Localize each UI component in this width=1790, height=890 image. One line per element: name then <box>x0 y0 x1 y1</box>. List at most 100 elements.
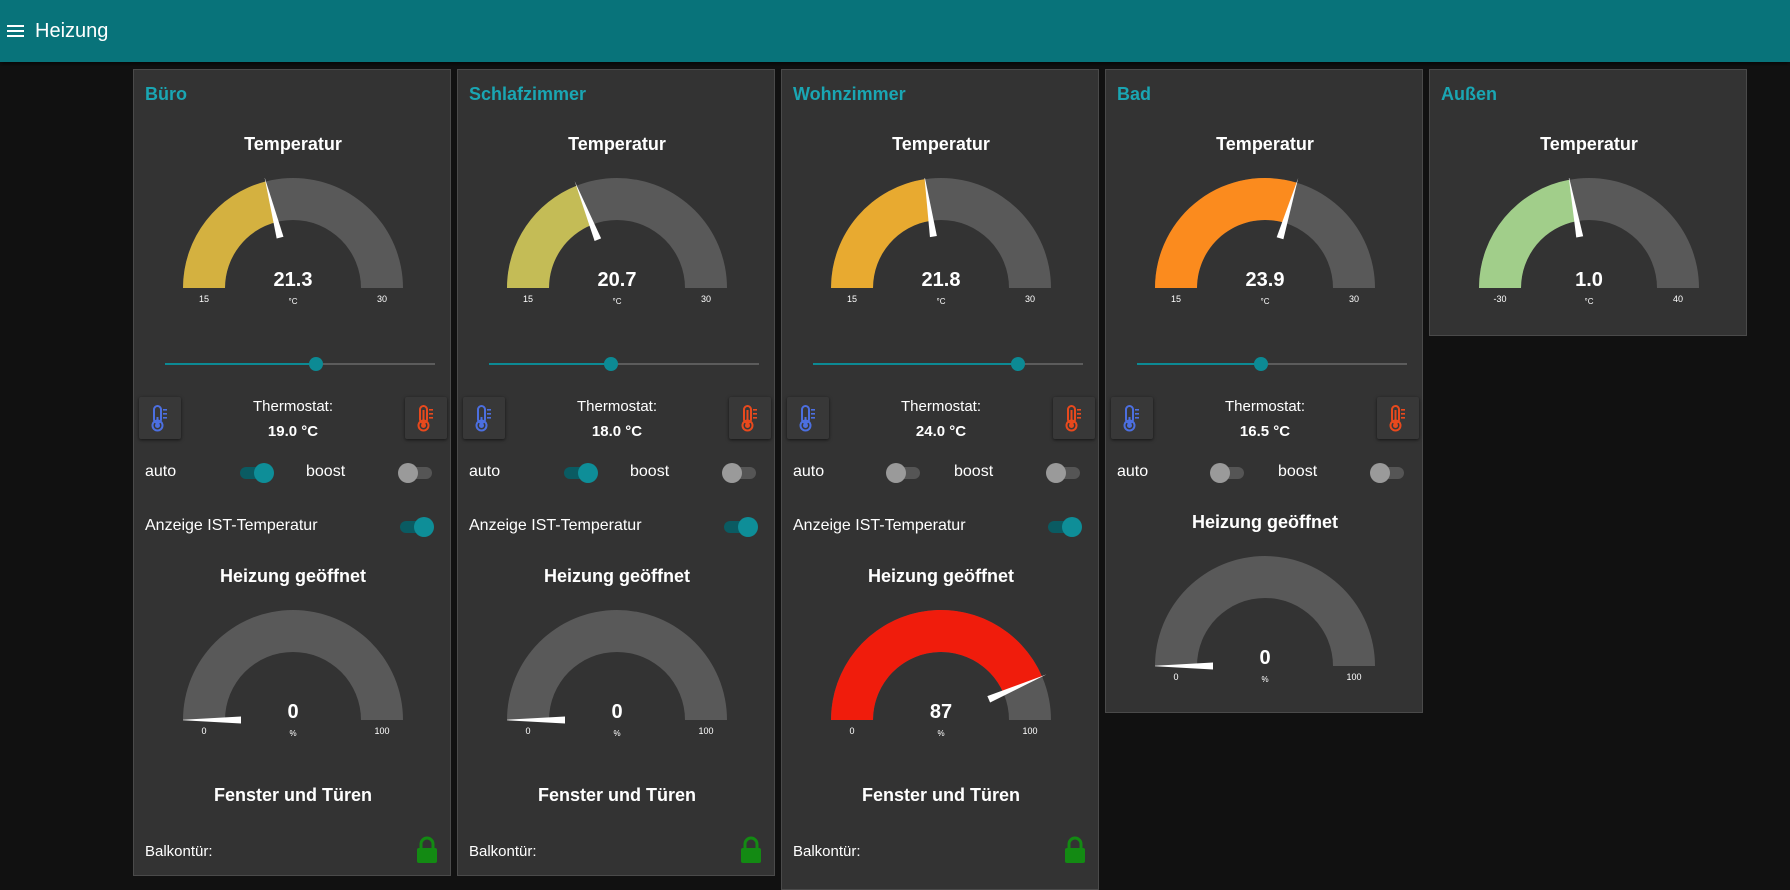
room-2-valve-gauge-value: 0 <box>611 701 622 723</box>
room-3-windows-title: Fenster und Türen <box>861 785 1020 805</box>
room-2-valve-gauge-max-label: 100 <box>698 726 713 736</box>
room-2-temperature-gauge-min-label: 15 <box>523 294 533 304</box>
room-3-auto-label: auto <box>793 463 825 480</box>
room-1-thermostat-slider[interactable] <box>165 356 435 372</box>
room-3-thermostat-value: 24.0 °C <box>915 423 967 440</box>
room-2-valve-title: Heizung geöffnet <box>544 566 690 586</box>
room-2-slider-fill <box>489 363 611 365</box>
page-title: Heizung <box>35 20 109 42</box>
room-4-title: Bad <box>1117 84 1152 104</box>
room-1-balcony-label: Balkontür: <box>145 843 213 860</box>
room-4-auto-switch[interactable] <box>1210 462 1246 484</box>
room-5-temperature-title: Temperatur <box>1540 134 1638 154</box>
room-3-boost-label: boost <box>954 463 994 480</box>
room-1-ist-label: Anzeige IST-Temperatur <box>145 517 318 534</box>
room-3-thermostat-label: Thermostat: <box>900 398 982 415</box>
room-3-ist-switch[interactable] <box>1046 516 1082 538</box>
room-3-valve-gauge: 87% 0 100 <box>831 610 1051 738</box>
room-1-temperature-gauge-unit: °C <box>289 297 298 306</box>
room-3-valve-gauge-value: 87 <box>930 701 952 723</box>
room-1-ist-switch-knob <box>414 517 434 537</box>
room-1-auto-label: auto <box>145 463 177 480</box>
room-3-slider-thumb[interactable] <box>1011 357 1026 371</box>
room-3-card: Wohnzimmer Temperatur 21.8 °C 15 30 Thermostat… <box>781 69 1099 890</box>
room-2-thermostat-slider[interactable] <box>489 356 759 372</box>
room-4-boost-label: boost <box>1278 463 1318 480</box>
room-1-card: Büro Temperatur 21.3 °C 15 30 Thermostat: 19.0 … <box>133 69 451 876</box>
room-2-balcony-label: Balkontür: <box>469 843 537 860</box>
room-4-temperature-gauge: 23.9 °C 15 30 <box>1155 178 1375 306</box>
room-4-auto-label: auto <box>1117 463 1149 480</box>
room-3-temperature-gauge-unit: °C <box>937 297 946 306</box>
room-1-boost-switch[interactable] <box>398 462 434 484</box>
room-2-boost-label: boost <box>630 463 670 480</box>
room-2-temperature-title: Temperatur <box>568 134 666 154</box>
room-1-slider-fill <box>165 363 317 365</box>
room-1-temperature-gauge-fill <box>183 181 277 288</box>
lock-closed-icon <box>1065 836 1085 863</box>
room-1-title: Büro <box>145 84 187 104</box>
room-1-boost-switch-knob <box>398 463 418 483</box>
room-4-temperature-gauge-max-label: 30 <box>1349 294 1359 304</box>
room-2-valve-gauge-min-label: 0 <box>525 726 530 736</box>
room-5-temperature-gauge-fill <box>1479 179 1577 288</box>
room-2-windows-title: Fenster und Türen <box>537 785 696 805</box>
room-4-valve-gauge-unit: % <box>1261 675 1268 684</box>
room-2-temperature-gauge-unit: °C <box>613 297 622 306</box>
top-bar: Heizung <box>0 0 1790 62</box>
room-4-valve-gauge-max-label: 100 <box>1346 672 1361 682</box>
room-5-temperature-gauge-max-label: 40 <box>1673 294 1683 304</box>
room-1-thermostat-label: Thermostat: <box>252 398 334 415</box>
room-3-valve-gauge-max-label: 100 <box>1022 726 1037 736</box>
room-4-slider-fill <box>1137 363 1262 365</box>
room-2-temperature-gauge-max-label: 30 <box>701 294 711 304</box>
room-3-temperature-gauge-fill <box>831 179 932 288</box>
room-4-thermostat-value: 16.5 °C <box>1239 423 1291 440</box>
room-2-temperature-gauge: 20.7 °C 15 30 <box>507 178 727 306</box>
room-4-valve-gauge: 0% 0 100 <box>1155 556 1375 684</box>
room-5-title: Außen <box>1441 84 1497 104</box>
room-4-temperature-title: Temperatur <box>1216 134 1314 154</box>
room-2-auto-switch-knob <box>578 463 598 483</box>
room-2-slider-thumb[interactable] <box>603 357 618 371</box>
room-4-thermostat-slider[interactable] <box>1137 356 1407 372</box>
room-3-thermostat-slider[interactable] <box>813 356 1083 372</box>
room-3-temperature-gauge-min-label: 15 <box>847 294 857 304</box>
room-2-valve-gauge-unit: % <box>613 729 620 738</box>
room-1-boost-label: boost <box>306 463 346 480</box>
room-2-ist-label: Anzeige IST-Temperatur <box>469 517 642 534</box>
room-4-temperature-gauge-unit: °C <box>1261 297 1270 306</box>
room-1-valve-title: Heizung geöffnet <box>220 566 366 586</box>
room-1-auto-switch[interactable] <box>238 462 274 484</box>
room-4-valve-gauge-value: 0 <box>1259 647 1270 669</box>
room-1-thermostat-value: 19.0 °C <box>267 423 319 440</box>
room-4-slider-thumb[interactable] <box>1254 357 1269 371</box>
room-1-windows-title: Fenster und Türen <box>213 785 372 805</box>
room-2-boost-switch[interactable] <box>722 462 758 484</box>
room-2-temperature-gauge-value: 20.7 <box>598 269 637 291</box>
room-1-temperature-gauge: 21.3 °C 15 30 <box>183 178 403 306</box>
room-2-boost-switch-knob <box>722 463 742 483</box>
room-4-boost-switch[interactable] <box>1370 462 1406 484</box>
room-4-temperature-gauge-value: 23.9 <box>1246 269 1285 291</box>
room-5-temperature-gauge-value: 1.0 <box>1575 269 1603 291</box>
room-2-card: Schlafzimmer Temperatur 20.7 °C 15 30 Thermost… <box>457 69 775 876</box>
room-4-boost-switch-knob <box>1370 463 1390 483</box>
room-2-title: Schlafzimmer <box>469 84 587 104</box>
lock-closed-icon <box>417 836 437 863</box>
room-3-temperature-gauge: 21.8 °C 15 30 <box>831 178 1051 306</box>
lock-closed-icon <box>741 836 761 863</box>
room-1-slider-thumb[interactable] <box>309 357 324 371</box>
room-5-temperature-gauge: 1.0 °C -30 40 <box>1479 178 1699 306</box>
room-3-ist-label: Anzeige IST-Temperatur <box>793 517 966 534</box>
room-2-thermostat-value: 18.0 °C <box>591 423 643 440</box>
room-3-boost-switch[interactable] <box>1046 462 1082 484</box>
room-2-auto-switch[interactable] <box>562 462 598 484</box>
room-3-auto-switch[interactable] <box>886 462 922 484</box>
room-1-ist-switch[interactable] <box>398 516 434 538</box>
room-1-valve-gauge-min-label: 0 <box>201 726 206 736</box>
room-3-temperature-gauge-value: 21.8 <box>922 269 961 291</box>
room-5-temperature-gauge-min-label: -30 <box>1493 294 1506 304</box>
hamburger-menu-icon[interactable] <box>7 25 25 39</box>
room-2-ist-switch[interactable] <box>722 516 758 538</box>
